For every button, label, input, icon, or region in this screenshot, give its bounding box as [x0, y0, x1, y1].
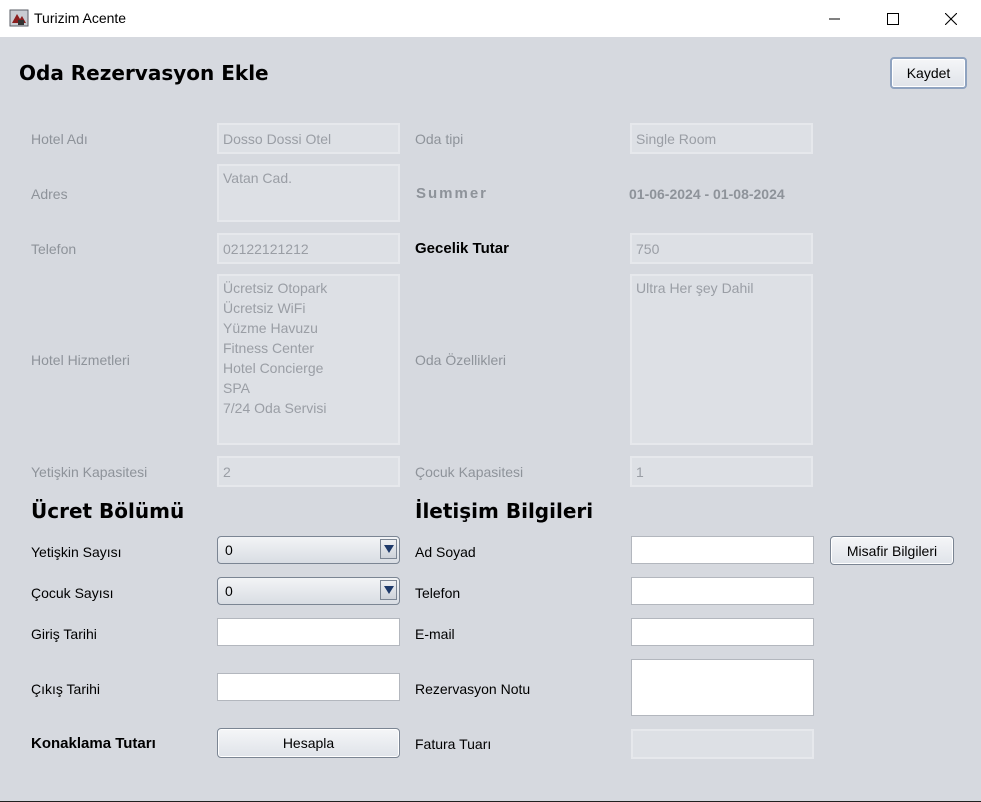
- checkin-date-input[interactable]: [217, 618, 400, 646]
- address-field: Vatan Cad.: [217, 164, 400, 222]
- page-title: Oda Rezervasyon Ekle: [19, 61, 269, 85]
- hotel-name-value: Dosso Dossi Otel: [223, 131, 332, 147]
- checkout-label: Çıkış Tarihi: [31, 681, 100, 697]
- guest-name-input[interactable]: [631, 536, 814, 564]
- child-capacity-label: Çocuk Kapasitesi: [415, 464, 524, 480]
- room-type-field: Single Room: [630, 123, 813, 154]
- hotel-services-label: Hotel Hizmetleri: [31, 352, 130, 368]
- title-bar: Turizim Acente: [0, 0, 981, 37]
- room-features-label: Oda Özellikleri: [415, 352, 507, 368]
- room-type-value: Single Room: [636, 131, 717, 147]
- child-count-value: 0: [225, 583, 233, 599]
- room-features-field: Ultra Her şey Dahil: [630, 274, 813, 445]
- close-icon: [945, 12, 957, 25]
- nightly-price-field: 750: [630, 233, 813, 264]
- nightly-price-label: Gecelik Tutar: [415, 240, 509, 257]
- service-item: Yüzme Havuzu: [223, 320, 318, 336]
- nightly-price-value: 750: [636, 241, 660, 257]
- service-item: SPA: [223, 380, 250, 396]
- hotel-services-field: Ücretsiz Otopark Ücretsiz WiFi Yüzme Hav…: [217, 274, 400, 445]
- window-title: Turizim Acente: [34, 10, 127, 26]
- checkout-date-input[interactable]: [217, 673, 400, 701]
- calculate-button-label: Hesapla: [282, 735, 335, 751]
- email-label: E-mail: [415, 626, 455, 642]
- checkin-label: Giriş Tarihi: [31, 626, 97, 642]
- reservation-note-label: Rezervasyon Notu: [415, 681, 531, 697]
- contact-section-title: İletişim Bilgileri: [415, 499, 594, 523]
- adult-count-value: 0: [225, 542, 233, 558]
- hotel-phone-label: Telefon: [31, 241, 77, 257]
- adult-count-select[interactable]: 0: [217, 536, 400, 564]
- app-icon: [9, 8, 29, 28]
- hotel-phone-field: 02122121212: [217, 233, 400, 264]
- reservation-note-input[interactable]: [631, 659, 814, 716]
- guest-info-button[interactable]: Misafir Bilgileri: [830, 536, 954, 565]
- hotel-name-field: Dosso Dossi Otel: [217, 123, 400, 154]
- adult-count-label: Yetişkin Sayısı: [31, 544, 122, 560]
- stay-total-label: Konaklama Tutarı: [31, 735, 156, 752]
- address-value: Vatan Cad.: [223, 170, 293, 186]
- child-count-select[interactable]: 0: [217, 577, 400, 605]
- season-dates: 01-06-2024 - 01-08-2024: [629, 186, 785, 202]
- adult-capacity-value: 2: [223, 464, 231, 480]
- guest-name-label: Ad Soyad: [415, 544, 476, 560]
- season-label: Summer: [416, 185, 489, 202]
- chevron-down-icon: [380, 539, 397, 559]
- minimize-button[interactable]: [806, 0, 864, 37]
- maximize-icon: [887, 12, 899, 25]
- service-item: 7/24 Oda Servisi: [223, 400, 327, 416]
- address-label: Adres: [31, 186, 68, 202]
- service-item: Ücretsiz Otopark: [223, 280, 328, 296]
- maximize-button[interactable]: [864, 0, 922, 37]
- contact-phone-label: Telefon: [415, 585, 461, 601]
- form-panel: Oda Rezervasyon Ekle Kaydet Hotel Adı Do…: [0, 37, 981, 802]
- room-type-label: Oda tipi: [415, 131, 464, 147]
- child-capacity-field: 1: [630, 456, 813, 487]
- service-item: Ücretsiz WiFi: [223, 300, 306, 316]
- close-button[interactable]: [922, 0, 980, 37]
- child-capacity-value: 1: [636, 464, 644, 480]
- guest-info-button-label: Misafir Bilgileri: [846, 542, 938, 559]
- contact-phone-input[interactable]: [631, 577, 814, 605]
- invoice-label: Fatura Tuarı: [415, 736, 492, 752]
- save-button[interactable]: Kaydet: [890, 57, 967, 89]
- invoice-total-field: [631, 729, 814, 759]
- adult-capacity-label: Yetişkin Kapasitesi: [31, 464, 148, 480]
- adult-capacity-field: 2: [217, 456, 400, 487]
- minimize-icon: [829, 13, 841, 25]
- calculate-button[interactable]: Hesapla: [217, 728, 400, 758]
- service-item: Hotel Concierge: [223, 360, 324, 376]
- hotel-name-label: Hotel Adı: [31, 131, 88, 147]
- child-count-label: Çocuk Sayısı: [31, 585, 114, 601]
- save-button-label: Kaydet: [906, 65, 951, 81]
- pricing-section-title: Ücret Bölümü: [31, 499, 185, 523]
- service-item: Fitness Center: [223, 340, 315, 356]
- hotel-phone-value: 02122121212: [223, 241, 309, 257]
- room-features-value: Ultra Her şey Dahil: [636, 280, 754, 296]
- chevron-down-icon: [380, 580, 397, 600]
- email-input[interactable]: [631, 618, 814, 646]
